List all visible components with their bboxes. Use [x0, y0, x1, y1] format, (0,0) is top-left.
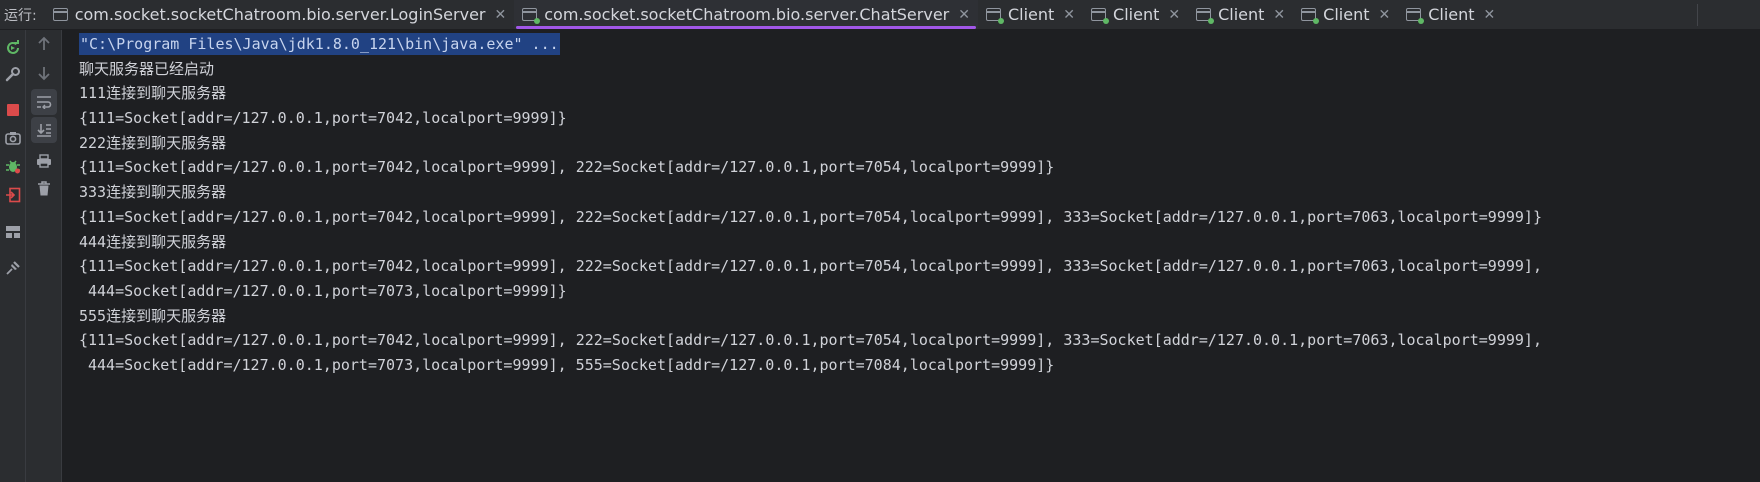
soft-wrap-icon[interactable] [31, 89, 57, 115]
console-line-wrapped: 444=Socket[addr=/127.0.0.1,port=7073,loc… [88, 281, 567, 300]
run-config-icon [1406, 8, 1425, 24]
run-toolbar-primary [0, 30, 26, 482]
console-line: 555连接到聊天服务器 [79, 306, 227, 325]
run-config-icon [52, 8, 68, 21]
trash-icon[interactable] [34, 179, 54, 199]
tab-login-server[interactable]: com.socket.socketChatroom.bio.server.Log… [45, 0, 515, 29]
tab-client-3[interactable]: Client ✕ [1188, 0, 1293, 29]
run-config-icon [1301, 8, 1320, 24]
tab-label: Client [1113, 5, 1160, 24]
tab-bar-divider [1697, 4, 1698, 26]
selected-command-text: "C:\Program Files\Java\jdk1.8.0_121\bin\… [79, 33, 560, 55]
console-line: {111=Socket[addr=/127.0.0.1,port=7042,lo… [79, 331, 1542, 350]
run-config-icon [1196, 8, 1215, 24]
run-config-icon [985, 8, 1004, 24]
rerun-icon[interactable] [3, 38, 23, 58]
tab-client-4[interactable]: Client ✕ [1293, 0, 1398, 29]
run-config-icon [522, 8, 541, 24]
console-line-wrapped: 444=Socket[addr=/127.0.0.1,port=7073,loc… [88, 355, 1055, 374]
tab-label: Client [1007, 5, 1055, 24]
pin-icon[interactable] [3, 258, 23, 278]
console-line: 111连接到聊天服务器 [79, 84, 227, 103]
close-icon[interactable]: ✕ [1273, 7, 1285, 23]
layout-icon[interactable] [3, 222, 23, 242]
console-command-line: "C:\Program Files\Java\jdk1.8.0_121\bin\… [79, 32, 1760, 57]
camera-icon[interactable] [3, 128, 23, 148]
stop-icon[interactable] [3, 100, 23, 120]
tab-label: Client [1323, 5, 1370, 24]
close-icon[interactable]: ✕ [1063, 7, 1075, 23]
console-line: {111=Socket[addr=/127.0.0.1,port=7042,lo… [79, 207, 1542, 226]
tab-label: Client [1428, 5, 1475, 24]
run-label: 运行: [4, 7, 37, 24]
close-icon[interactable]: ✕ [1378, 7, 1390, 23]
print-icon[interactable] [34, 151, 54, 171]
tab-chat-server[interactable]: com.socket.socketChatroom.bio.server.Cha… [514, 0, 978, 29]
tab-label: Client [1218, 5, 1265, 24]
close-icon[interactable]: ✕ [1168, 7, 1180, 23]
bug-icon[interactable] [3, 156, 23, 176]
arrow-down-icon[interactable] [34, 63, 54, 83]
console-line: 聊天服务器已经启动 [79, 59, 215, 78]
arrow-up-icon[interactable] [34, 34, 54, 54]
exit-icon[interactable] [3, 185, 23, 205]
console-line: {111=Socket[addr=/127.0.0.1,port=7042,lo… [79, 109, 567, 128]
console-line: 222连接到聊天服务器 [79, 133, 227, 152]
console-line: 444连接到聊天服务器 [79, 232, 227, 251]
tab-label: com.socket.socketChatroom.bio.server.Log… [74, 5, 486, 24]
tab-client-2[interactable]: Client ✕ [1083, 0, 1188, 29]
close-icon[interactable]: ✕ [958, 7, 970, 23]
run-config-icon [1091, 8, 1110, 24]
tab-client-1[interactable]: Client ✕ [978, 0, 1083, 29]
close-icon[interactable]: ✕ [1484, 7, 1496, 23]
console-output[interactable]: "C:\Program Files\Java\jdk1.8.0_121\bin\… [62, 30, 1760, 482]
wrench-icon[interactable] [3, 64, 23, 84]
tab-client-5[interactable]: Client ✕ [1398, 0, 1503, 29]
close-icon[interactable]: ✕ [495, 7, 507, 23]
run-toolbar-secondary [26, 30, 62, 482]
tab-label: com.socket.socketChatroom.bio.server.Cha… [544, 5, 950, 24]
console-line: 333连接到聊天服务器 [79, 183, 227, 202]
scroll-to-end-icon[interactable] [31, 117, 57, 143]
run-tab-bar: 运行: com.socket.socketChatroom.bio.server… [0, 0, 1760, 30]
console-line: {111=Socket[addr=/127.0.0.1,port=7042,lo… [79, 257, 1542, 276]
console-line: {111=Socket[addr=/127.0.0.1,port=7042,lo… [79, 158, 1055, 177]
